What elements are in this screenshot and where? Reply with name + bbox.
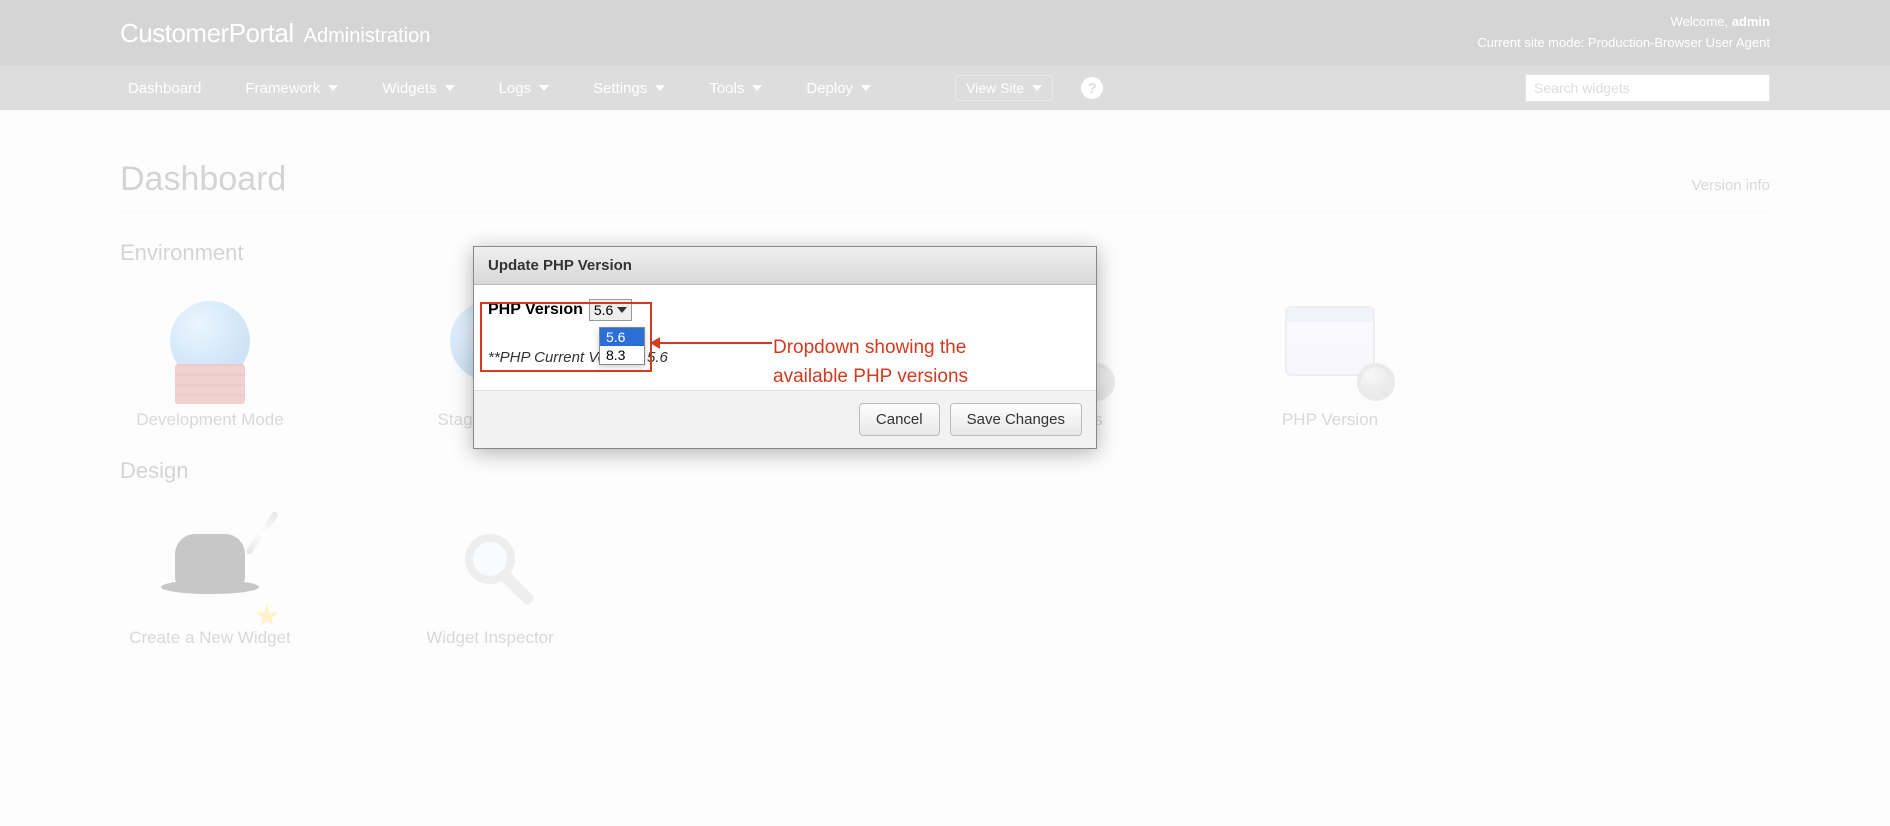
- globe-firewall-icon: [155, 286, 265, 396]
- brand-sub-text: Administration: [304, 25, 431, 48]
- site-mode-value: Production-Browser User Agent: [1588, 35, 1770, 50]
- tile-create-widget[interactable]: Create a New Widget: [120, 504, 300, 648]
- help-icon[interactable]: ?: [1081, 77, 1103, 99]
- nav-widgets[interactable]: Widgets: [374, 70, 462, 107]
- modal-title: Update PHP Version: [474, 247, 1096, 285]
- brand: CustomerPortal Administration: [120, 18, 430, 49]
- view-site-dropdown[interactable]: View Site: [955, 75, 1053, 101]
- chevron-down-icon: [445, 85, 455, 91]
- tile-development-mode[interactable]: Development Mode: [120, 286, 300, 430]
- chevron-down-icon: [655, 85, 665, 91]
- annotation-text: Dropdown showing the available PHP versi…: [773, 334, 968, 391]
- tile-php-version[interactable]: PHP Version: [1240, 286, 1420, 430]
- dropdown-option-8-3[interactable]: 8.3: [600, 346, 644, 364]
- version-info-link[interactable]: Version info: [1692, 177, 1770, 194]
- magic-hat-icon: [155, 504, 265, 614]
- save-changes-button[interactable]: Save Changes: [950, 403, 1082, 436]
- brand-main-text: CustomerPortal: [120, 18, 294, 49]
- chevron-down-icon: [539, 85, 549, 91]
- nav-settings[interactable]: Settings: [585, 70, 673, 107]
- php-version-selected-value: 5.6: [594, 302, 613, 318]
- site-mode-label: Current site mode:: [1477, 35, 1588, 50]
- cancel-button[interactable]: Cancel: [859, 403, 940, 436]
- nav-logs[interactable]: Logs: [491, 70, 558, 107]
- header-bar: CustomerPortal Administration Welcome, a…: [0, 0, 1890, 66]
- page-title: Dashboard: [120, 160, 286, 199]
- nav-bar: Dashboard Framework Widgets Logs Setting…: [0, 66, 1890, 110]
- chevron-down-icon: [752, 85, 762, 91]
- php-version-label: PHP Version: [488, 301, 583, 319]
- chevron-down-icon: [328, 85, 338, 91]
- tile-widget-inspector[interactable]: Widget Inspector: [400, 504, 580, 648]
- nav-dashboard[interactable]: Dashboard: [120, 70, 209, 107]
- modal-footer: Cancel Save Changes: [474, 390, 1096, 448]
- search-input[interactable]: [1525, 74, 1770, 102]
- dropdown-option-5-6[interactable]: 5.6: [600, 328, 644, 346]
- php-version-select[interactable]: 5.6: [589, 299, 632, 321]
- welcome-prefix: Welcome,: [1671, 14, 1732, 29]
- nav-tools[interactable]: Tools: [701, 70, 770, 107]
- nav-deploy[interactable]: Deploy: [798, 70, 879, 107]
- design-section-title: Design: [120, 458, 1770, 484]
- window-gear-icon: [1275, 286, 1385, 396]
- chevron-down-icon: [617, 307, 627, 313]
- header-right: Welcome, admin Current site mode: Produc…: [1477, 12, 1770, 54]
- design-tiles: Create a New Widget Widget Inspector: [120, 504, 1770, 648]
- magnifier-icon: [435, 504, 545, 614]
- nav-framework[interactable]: Framework: [237, 70, 346, 107]
- chevron-down-icon: [861, 85, 871, 91]
- php-version-dropdown-list: 5.6 8.3: [599, 327, 645, 365]
- welcome-user: admin: [1732, 14, 1770, 29]
- chevron-down-icon: [1032, 85, 1042, 91]
- annotation-arrow: [652, 342, 772, 344]
